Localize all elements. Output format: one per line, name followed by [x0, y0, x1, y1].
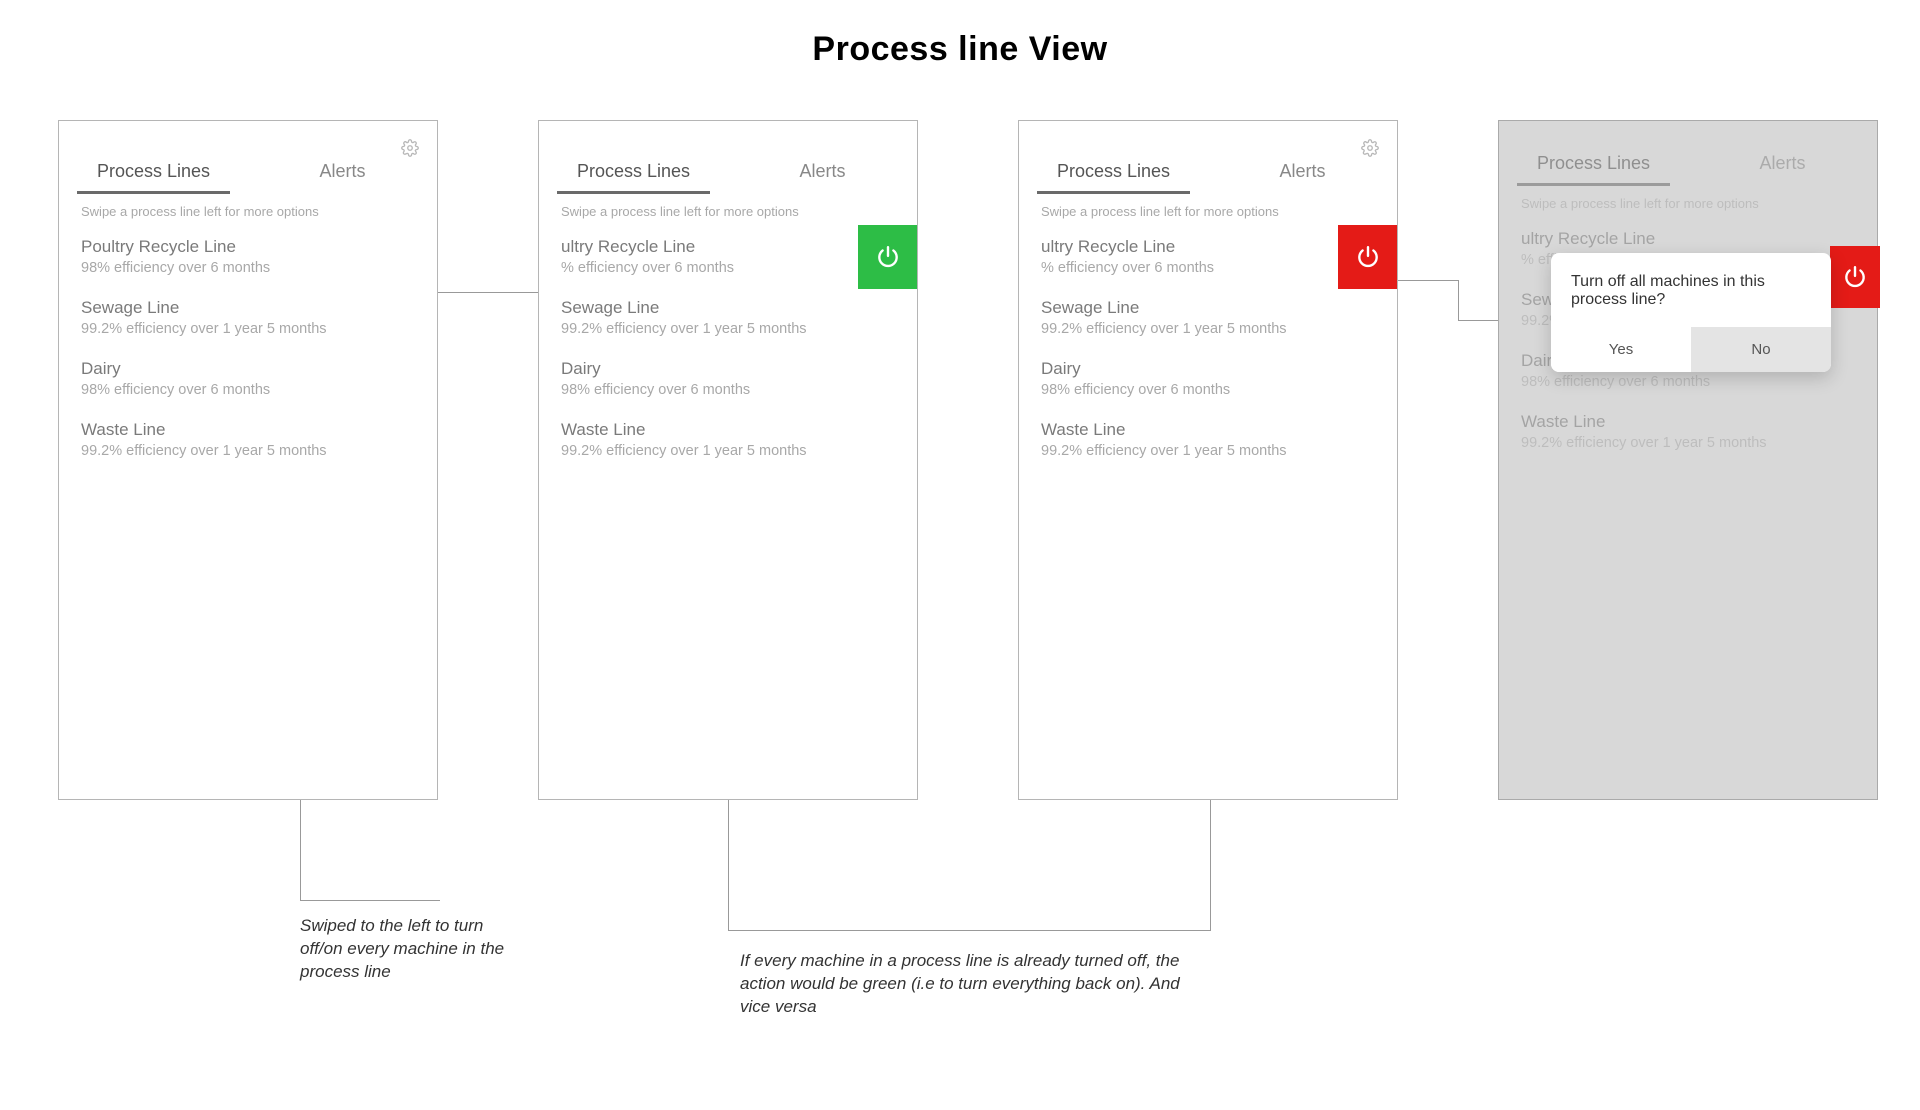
mockup-default: Process Lines Alerts Swipe a process lin… [58, 120, 438, 800]
line-name: Dairy [1041, 359, 1375, 379]
line-meta: 99.2% efficiency over 1 year 5 months [561, 443, 895, 459]
annotation-connector [1458, 320, 1498, 321]
annotation-swipe-left: Swiped to the left to turn off/on every … [300, 915, 510, 984]
line-name: Waste Line [1521, 412, 1855, 432]
dialog-yes-button[interactable]: Yes [1551, 327, 1691, 372]
annotation-connector [1458, 280, 1459, 320]
power-off-button[interactable] [1830, 246, 1880, 308]
list-item[interactable]: Waste Line 99.2% efficiency over 1 year … [539, 408, 917, 469]
annotation-connector [1210, 800, 1211, 930]
line-name: Waste Line [1041, 420, 1375, 440]
dialog-no-button[interactable]: No [1691, 327, 1831, 372]
mockup-swiped-green: Process Lines Alerts Swipe a process lin… [538, 120, 918, 800]
swipe-hint: Swipe a process line left for more optio… [539, 194, 917, 225]
annotation-connector [300, 800, 301, 900]
swipe-hint: Swipe a process line left for more optio… [1499, 186, 1877, 217]
annotation-connector [300, 900, 440, 901]
tab-process-lines[interactable]: Process Lines [1499, 143, 1688, 186]
annotation-connector [728, 800, 729, 930]
tab-process-lines[interactable]: Process Lines [59, 151, 248, 194]
list-item[interactable]: Waste Line 99.2% efficiency over 1 year … [1019, 408, 1397, 469]
line-meta: % efficiency over 6 months [539, 260, 895, 276]
line-meta: 99.2% efficiency over 1 year 5 months [81, 443, 415, 459]
line-meta: % efficiency over 6 months [1019, 260, 1375, 276]
power-icon [875, 244, 901, 270]
power-on-button[interactable] [858, 225, 918, 289]
tab-process-lines[interactable]: Process Lines [539, 151, 728, 194]
list-item[interactable]: Sewage Line 99.2% efficiency over 1 year… [1019, 286, 1397, 347]
line-meta: 98% efficiency over 6 months [1041, 382, 1375, 398]
line-name: Dairy [561, 359, 895, 379]
list-item[interactable]: Dairy 98% efficiency over 6 months [539, 347, 917, 408]
list-item[interactable]: Sewage Line 99.2% efficiency over 1 year… [539, 286, 917, 347]
annotation-connector [728, 930, 1211, 931]
line-meta: 98% efficiency over 6 months [1521, 374, 1855, 390]
line-meta: 99.2% efficiency over 1 year 5 months [81, 321, 415, 337]
line-meta: 98% efficiency over 6 months [81, 260, 415, 276]
mockup-swiped-red: Process Lines Alerts Swipe a process lin… [1018, 120, 1398, 800]
line-name: Sewage Line [81, 298, 415, 318]
line-name: Poultry Recycle Line [81, 237, 415, 257]
list-item[interactable]: Poultry Recycle Line 98% efficiency over… [59, 225, 437, 286]
line-meta: 99.2% efficiency over 1 year 5 months [561, 321, 895, 337]
annotation-power-color: If every machine in a process line is al… [740, 950, 1210, 1019]
dialog-message: Turn off all machines in this process li… [1551, 253, 1831, 327]
list-item[interactable]: Sewage Line 99.2% efficiency over 1 year… [59, 286, 437, 347]
mockup-confirm-dialog: Process Lines Alerts Swipe a process lin… [1498, 120, 1878, 800]
tab-alerts[interactable]: Alerts [248, 151, 437, 194]
tab-alerts[interactable]: Alerts [1208, 151, 1397, 194]
line-name: Waste Line [81, 420, 415, 440]
list-item[interactable]: Dairy 98% efficiency over 6 months [1019, 347, 1397, 408]
power-icon [1355, 244, 1381, 270]
annotation-connector [438, 292, 538, 293]
line-name: Sewage Line [561, 298, 895, 318]
line-meta: 98% efficiency over 6 months [81, 382, 415, 398]
tab-alerts[interactable]: Alerts [728, 151, 917, 194]
swipe-hint: Swipe a process line left for more optio… [59, 194, 437, 225]
line-name: ultry Recycle Line [1499, 229, 1855, 249]
tab-process-lines[interactable]: Process Lines [1019, 151, 1208, 194]
line-meta: 99.2% efficiency over 1 year 5 months [1521, 435, 1855, 451]
list-item[interactable]: Dairy 98% efficiency over 6 months [59, 347, 437, 408]
swipe-hint: Swipe a process line left for more optio… [1019, 194, 1397, 225]
annotation-connector [1398, 280, 1458, 281]
line-name: Sewage Line [1041, 298, 1375, 318]
power-icon [1842, 264, 1868, 290]
line-name: ultry Recycle Line [1019, 237, 1375, 257]
power-off-button[interactable] [1338, 225, 1398, 289]
line-name: Waste Line [561, 420, 895, 440]
list-item[interactable]: Waste Line 99.2% efficiency over 1 year … [59, 408, 437, 469]
line-meta: 99.2% efficiency over 1 year 5 months [1041, 321, 1375, 337]
line-name: Dairy [81, 359, 415, 379]
list-item[interactable]: Waste Line 99.2% efficiency over 1 year … [1499, 400, 1877, 461]
line-meta: 98% efficiency over 6 months [561, 382, 895, 398]
line-meta: 99.2% efficiency over 1 year 5 months [1041, 443, 1375, 459]
page-title: Process line View [0, 30, 1920, 69]
tab-alerts[interactable]: Alerts [1688, 143, 1877, 186]
confirm-dialog: Turn off all machines in this process li… [1551, 253, 1831, 372]
line-name: ultry Recycle Line [539, 237, 895, 257]
